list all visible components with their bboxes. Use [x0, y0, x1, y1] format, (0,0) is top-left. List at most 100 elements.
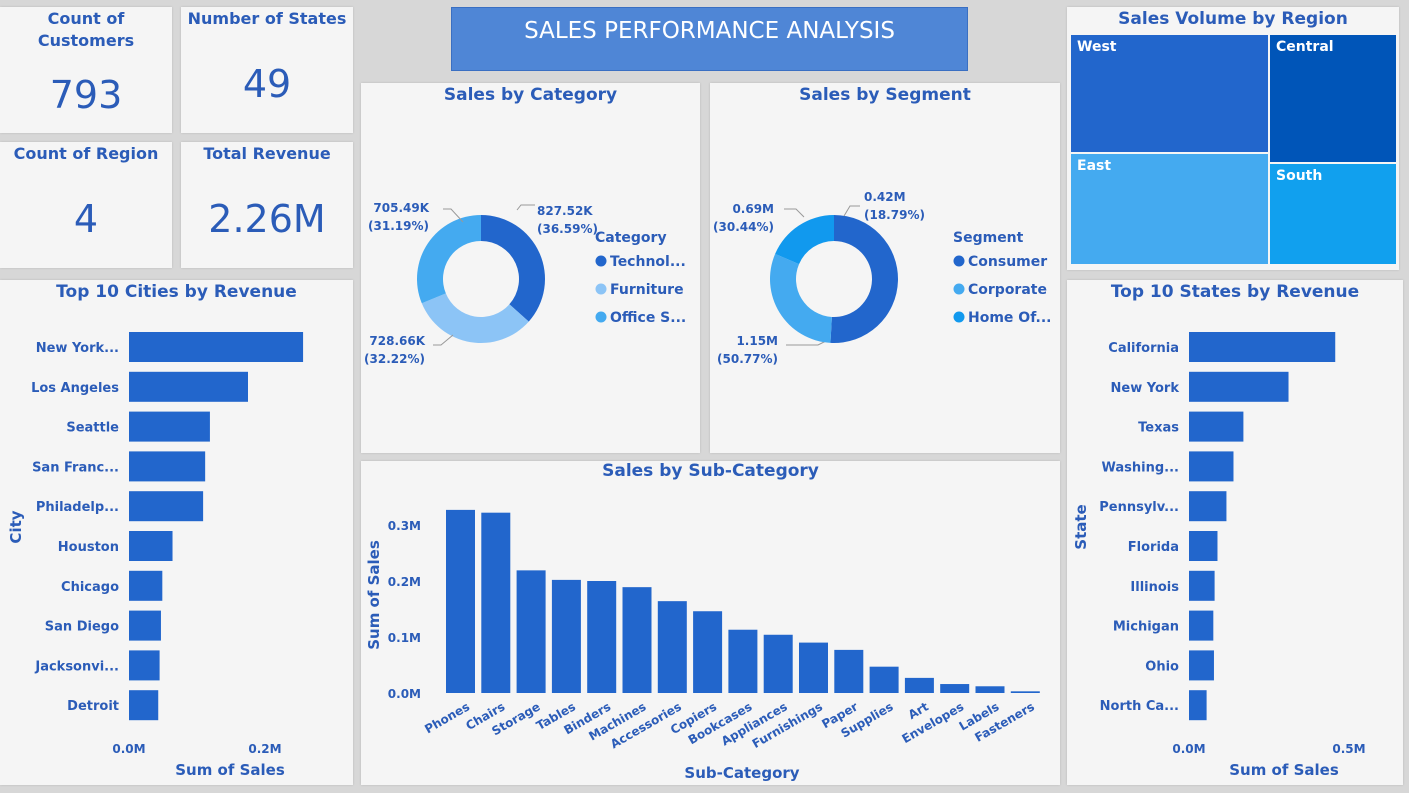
subcategory-bar-chart: 0.0M0.1M0.2M0.3MPhonesChairsStorageTable…	[365, 509, 1040, 782]
bar-fasteners[interactable]	[1010, 691, 1040, 693]
cities-chart-title: Top 10 Cities by Revenue	[56, 282, 297, 302]
x-tick-label: 0.0M	[112, 742, 145, 756]
y-axis-title: State	[1072, 504, 1090, 549]
category-label-houston: Houston	[58, 540, 119, 555]
category-label-chicago: Chicago	[61, 580, 119, 595]
y-tick-label: 0.1M	[388, 631, 421, 645]
bar-machines[interactable]	[622, 587, 652, 693]
slice-leader-line	[786, 340, 827, 346]
legend-item-furniture[interactable]: Furniture	[610, 282, 684, 298]
category-donut-chart: 827.52K (36.59%) 728.66K (32.22%) 705.49K (31…	[364, 201, 686, 366]
kpi-regions-label: Count of Region	[13, 144, 159, 163]
slice-consumer[interactable]	[830, 215, 898, 343]
tile-south-label: South	[1276, 168, 1323, 184]
bar-chicago[interactable]	[129, 570, 163, 601]
category-label-san-diego: San Diego	[45, 620, 119, 635]
slice-technol[interactable]	[481, 215, 545, 322]
x-axis-title: Sum of Sales	[1229, 761, 1339, 779]
states-bar-chart: California New York Texas Washing... Pennsyl…	[1072, 332, 1366, 779]
bar-jacksonvi[interactable]	[129, 650, 160, 681]
slice-percent-label: (18.79%)	[864, 208, 925, 222]
bar-michigan[interactable]	[1189, 610, 1214, 641]
bar-los-angeles[interactable]	[129, 371, 248, 402]
slice-home-of[interactable]	[775, 215, 834, 265]
category-label-detroit: Detroit	[67, 699, 119, 714]
category-label-seattle: Seattle	[66, 421, 119, 436]
bar-seattle[interactable]	[129, 411, 210, 442]
kpi-customers-value: 793	[49, 73, 123, 117]
bar-houston[interactable]	[129, 531, 173, 561]
category-label-michigan: Michigan	[1113, 620, 1179, 635]
legend-marker-consumer	[953, 255, 965, 267]
bar-pennsylv[interactable]	[1189, 491, 1227, 522]
tile-west-label: West	[1077, 39, 1117, 55]
tile-central-label: Central	[1276, 39, 1334, 55]
bar-texas[interactable]	[1189, 411, 1244, 442]
segment-chart-card: Sales by Segment 1.15M (50.77%) 0.69M (30.4…	[710, 83, 1060, 453]
tile-south[interactable]: South	[1270, 164, 1396, 264]
slice-leader-line	[843, 205, 860, 217]
legend-item-home-of[interactable]: Home Of...	[968, 310, 1051, 326]
legend-item-technol[interactable]: Technol...	[610, 254, 686, 270]
kpi-revenue-card: Total Revenue 2.26M	[181, 142, 353, 268]
bar-phones[interactable]	[446, 509, 475, 693]
legend-item-corporate[interactable]: Corporate	[968, 282, 1047, 298]
bar-san-diego[interactable]	[129, 610, 161, 641]
slice-corporate[interactable]	[770, 253, 832, 343]
bar-furnishings[interactable]	[799, 642, 828, 693]
subcategory-chart-title: Sales by Sub-Category	[602, 461, 819, 481]
bar-binders[interactable]	[587, 581, 617, 693]
bar-appliances[interactable]	[763, 634, 793, 693]
tile-central[interactable]: Central	[1270, 35, 1396, 162]
y-axis-title: Sum of Sales	[365, 540, 383, 650]
bar-tables[interactable]	[551, 579, 581, 693]
category-label-north-ca: North Ca...	[1100, 699, 1179, 714]
x-axis-title: Sub-Category	[684, 764, 799, 782]
slice-value-label: 0.42M	[864, 190, 906, 204]
slice-leader-line	[784, 208, 805, 218]
bar-storage[interactable]	[516, 570, 546, 693]
bar-new-york[interactable]	[129, 332, 304, 362]
legend-item-consumer[interactable]: Consumer	[968, 254, 1047, 270]
bar-paper[interactable]	[834, 649, 864, 693]
legend-title: Category	[595, 230, 667, 246]
slice-percent-label: (50.77%)	[717, 352, 778, 366]
y-axis-title: City	[7, 510, 25, 543]
bar-copiers[interactable]	[693, 611, 723, 693]
kpi-states-value: 49	[242, 62, 292, 106]
category-chart-card: Sales by Category 827.52K (36.59%) 728.66K…	[361, 83, 700, 453]
kpi-regions-value: 4	[73, 197, 99, 241]
bar-california[interactable]	[1189, 332, 1336, 362]
slice-value-label: 1.15M	[736, 334, 778, 348]
region-treemap-title: Sales Volume by Region	[1118, 9, 1348, 29]
bar-art[interactable]	[904, 677, 934, 693]
slice-leader-line	[433, 334, 454, 346]
legend-title: Segment	[953, 230, 1024, 246]
kpi-customers-card: Count of Customers 793	[0, 7, 172, 133]
category-chart-title: Sales by Category	[443, 85, 618, 105]
bar-accessories[interactable]	[657, 601, 687, 693]
bar-san-franc[interactable]	[129, 451, 206, 482]
legend-item-office-s[interactable]: Office S...	[610, 310, 686, 326]
legend-marker-office-s	[595, 311, 607, 323]
legend-marker-technol	[595, 255, 607, 267]
bar-new-york[interactable]	[1189, 371, 1289, 402]
tile-west[interactable]: West	[1071, 35, 1268, 152]
bar-envelopes[interactable]	[940, 684, 970, 693]
bar-philadelp[interactable]	[129, 491, 204, 522]
bar-detroit[interactable]	[129, 690, 159, 721]
category-label-new-york: New York	[1111, 381, 1180, 396]
bar-bookcases[interactable]	[728, 629, 758, 693]
bar-north-ca[interactable]	[1189, 690, 1207, 721]
bar-florida[interactable]	[1189, 531, 1218, 561]
bar-chairs[interactable]	[481, 512, 511, 693]
category-label-illinois: Illinois	[1130, 580, 1179, 595]
bar-illinois[interactable]	[1189, 570, 1215, 601]
slice-percent-label: (30.44%)	[713, 220, 774, 234]
tile-east[interactable]: East	[1071, 154, 1268, 264]
bar-washing[interactable]	[1189, 451, 1234, 482]
bar-supplies[interactable]	[869, 666, 899, 693]
bar-ohio[interactable]	[1189, 650, 1214, 681]
y-tick-label: 0.2M	[388, 575, 421, 589]
bar-labels[interactable]	[975, 686, 1005, 693]
